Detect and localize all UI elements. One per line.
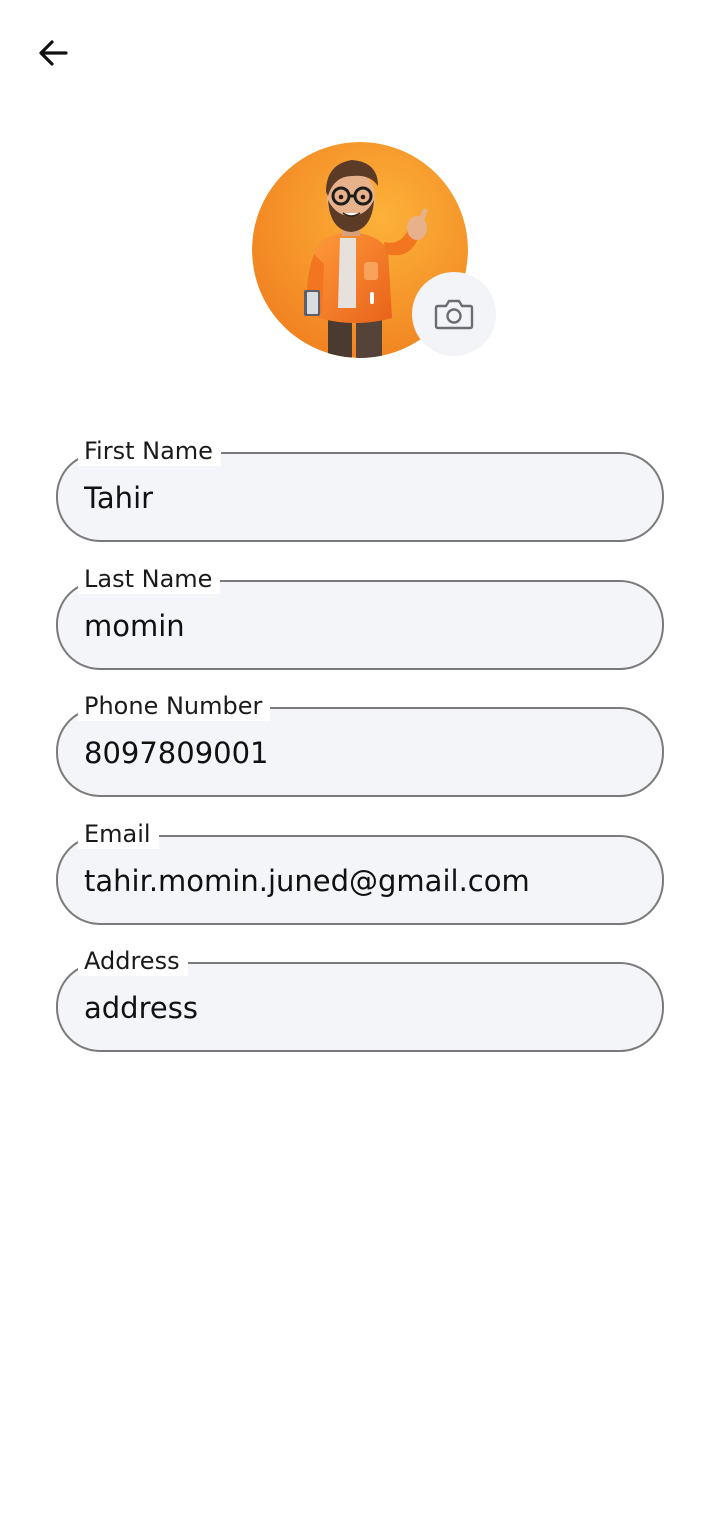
address-input[interactable] bbox=[84, 988, 644, 1028]
last-name-input[interactable] bbox=[84, 605, 644, 646]
address-field: Address bbox=[56, 946, 664, 1052]
phone-number-input[interactable] bbox=[84, 733, 644, 773]
email-input[interactable] bbox=[84, 860, 644, 901]
first-name-field: First Name bbox=[56, 436, 664, 542]
back-button[interactable] bbox=[30, 30, 76, 76]
camera-icon bbox=[434, 299, 474, 330]
profile-form: First Name Last Name Phone Number Email … bbox=[56, 436, 664, 1074]
email-field: Email bbox=[56, 818, 664, 925]
last-name-label: Last Name bbox=[78, 563, 221, 594]
address-label: Address bbox=[78, 946, 188, 976]
first-name-label: First Name bbox=[78, 436, 221, 466]
phone-number-field: Phone Number bbox=[56, 691, 664, 797]
first-name-input[interactable] bbox=[84, 478, 644, 518]
profile-photo-section bbox=[252, 142, 496, 358]
last-name-field: Last Name bbox=[56, 563, 664, 670]
phone-number-label: Phone Number bbox=[78, 691, 271, 721]
email-label: Email bbox=[78, 818, 159, 849]
arrow-left-icon bbox=[39, 40, 68, 66]
change-photo-button[interactable] bbox=[412, 272, 496, 356]
